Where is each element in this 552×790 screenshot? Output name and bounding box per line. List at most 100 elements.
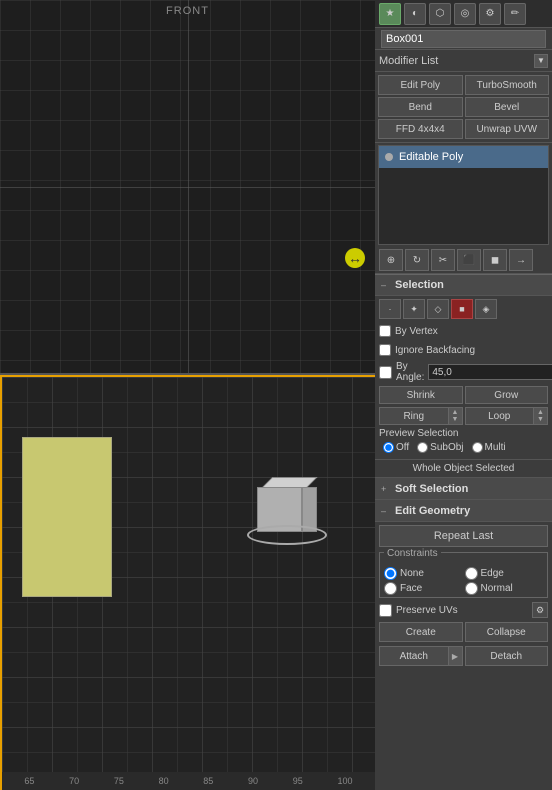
constraints-options: None Edge Face Normal bbox=[384, 567, 543, 595]
selection-content: · ✦ ◇ ■ ◈ By Vertex Ignore Backfacing By… bbox=[375, 296, 552, 460]
constraint-none-radio[interactable] bbox=[384, 567, 397, 580]
edit-geometry-header[interactable]: – Edit Geometry bbox=[375, 500, 552, 522]
constraints-title: Constraints bbox=[384, 548, 441, 559]
toolbar-icon-arc[interactable]: ◐ bbox=[404, 3, 426, 25]
constraint-normal-label: Normal bbox=[481, 583, 513, 594]
by-angle-label: By Angle: bbox=[396, 361, 424, 383]
ruler-marks: 65 70 75 80 85 90 95 100 bbox=[7, 776, 370, 786]
create-button[interactable]: Create bbox=[379, 622, 463, 642]
preview-multi-option[interactable]: Multi bbox=[472, 442, 506, 453]
shrink-button[interactable]: Shrink bbox=[379, 386, 463, 404]
selection-status: Whole Object Selected bbox=[375, 460, 552, 478]
by-vertex-row: By Vertex bbox=[379, 323, 548, 339]
preserve-uvs-checkbox[interactable] bbox=[379, 604, 392, 617]
toolbar-icon-circle[interactable]: ◎ bbox=[454, 3, 476, 25]
constraints-group: Constraints None Edge Face Normal bbox=[379, 552, 548, 598]
preview-radio-group: Off SubObj Multi bbox=[379, 442, 548, 453]
soft-selection-header[interactable]: + Soft Selection bbox=[375, 478, 552, 500]
subobj-btn-box2[interactable]: ◼ bbox=[483, 249, 507, 271]
constraint-none-option[interactable]: None bbox=[384, 567, 463, 580]
ruler: 65 70 75 80 85 90 95 100 bbox=[2, 772, 375, 790]
create-collapse-row: Create Collapse bbox=[375, 620, 552, 644]
edit-geometry-title: Edit Geometry bbox=[395, 505, 470, 517]
collapse-button[interactable]: Collapse bbox=[465, 622, 549, 642]
btn-bevel[interactable]: Bevel bbox=[465, 97, 550, 117]
viewport-area: FRONT ↔ 65 70 75 80 85 90 95 100 bbox=[0, 0, 375, 790]
constraint-face-label: Face bbox=[400, 583, 422, 594]
ruler-mark-80: 80 bbox=[159, 776, 169, 786]
toolbar-icon-pen[interactable]: ✏ bbox=[504, 3, 526, 25]
loop-label[interactable]: Loop bbox=[466, 411, 534, 422]
preview-off-radio[interactable] bbox=[383, 442, 394, 453]
toolbar-icon-gear[interactable]: ⚙ bbox=[479, 3, 501, 25]
object-name-bar bbox=[375, 28, 552, 50]
btn-bend[interactable]: Bend bbox=[378, 97, 463, 117]
preview-subobj-radio[interactable] bbox=[417, 442, 428, 453]
subobj-vertex-icon[interactable]: · bbox=[379, 299, 401, 319]
attach-label[interactable]: Attach bbox=[380, 651, 448, 662]
object-name-input[interactable] bbox=[381, 30, 546, 48]
ruler-mark-70: 70 bbox=[69, 776, 79, 786]
ruler-mark-85: 85 bbox=[203, 776, 213, 786]
constraint-face-radio[interactable] bbox=[384, 582, 397, 595]
modifier-buttons: Edit Poly TurboSmooth Bend Bevel FFD 4x4… bbox=[375, 72, 552, 143]
attach-arrow[interactable]: ▶ bbox=[448, 647, 462, 665]
detach-button[interactable]: Detach bbox=[465, 646, 549, 666]
preserve-uvs-settings[interactable]: ⚙ bbox=[532, 602, 548, 618]
selection-section-header[interactable]: – Selection bbox=[375, 274, 552, 296]
viewport-bottom[interactable]: 65 70 75 80 85 90 95 100 bbox=[0, 375, 375, 790]
stack-item-label: Editable Poly bbox=[399, 151, 463, 163]
axis-v bbox=[188, 0, 189, 373]
loop-spinner[interactable]: ▲ ▼ bbox=[533, 408, 547, 424]
rotation-ring bbox=[247, 525, 327, 545]
preview-subobj-option[interactable]: SubObj bbox=[417, 442, 463, 453]
subobj-edge-icon[interactable]: ✦ bbox=[403, 299, 425, 319]
loop-button-group: Loop ▲ ▼ bbox=[465, 407, 549, 425]
subobj-btn-arrow[interactable]: → bbox=[509, 249, 533, 271]
by-angle-checkbox[interactable] bbox=[379, 366, 392, 379]
constraint-normal-radio[interactable] bbox=[465, 582, 478, 595]
preview-multi-radio[interactable] bbox=[472, 442, 483, 453]
selection-collapse-icon: – bbox=[381, 280, 391, 290]
ignore-backfacing-checkbox[interactable] bbox=[379, 344, 391, 356]
constraint-face-option[interactable]: Face bbox=[384, 582, 463, 595]
stack-item-editable-poly[interactable]: Editable Poly bbox=[379, 146, 548, 168]
modifier-list-dropdown[interactable]: ▼ bbox=[534, 54, 548, 68]
edit-geometry-collapse-icon: – bbox=[381, 506, 391, 516]
constraint-edge-option[interactable]: Edge bbox=[465, 567, 544, 580]
soft-selection-title: Soft Selection bbox=[395, 483, 468, 495]
toolbar-icon-star[interactable]: ★ bbox=[379, 3, 401, 25]
modifier-stack[interactable]: Editable Poly bbox=[378, 145, 549, 245]
preview-subobj-label: SubObj bbox=[430, 442, 463, 453]
preserve-uvs-label: Preserve UVs bbox=[396, 605, 458, 616]
btn-edit-poly[interactable]: Edit Poly bbox=[378, 75, 463, 95]
preview-off-option[interactable]: Off bbox=[383, 442, 409, 453]
ring-button-group: Ring ▲ ▼ bbox=[379, 407, 463, 425]
subobj-btn-pin[interactable]: ⊕ bbox=[379, 249, 403, 271]
viewport-top[interactable]: FRONT ↔ bbox=[0, 0, 375, 375]
repeat-last-button[interactable]: Repeat Last bbox=[379, 525, 548, 547]
by-vertex-checkbox[interactable] bbox=[379, 325, 391, 337]
subobj-btn-rotate[interactable]: ↻ bbox=[405, 249, 429, 271]
constraint-edge-radio[interactable] bbox=[465, 567, 478, 580]
subobj-btn-cut[interactable]: ✂ bbox=[431, 249, 455, 271]
by-angle-input[interactable] bbox=[428, 364, 552, 380]
subobj-poly-icon[interactable]: ■ bbox=[451, 299, 473, 319]
right-panel: ★ ◐ ⬡ ◎ ⚙ ✏ Modifier List ▼ Edit Poly Tu… bbox=[375, 0, 552, 790]
subobj-border-icon[interactable]: ◇ bbox=[427, 299, 449, 319]
subobj-btn-box1[interactable]: ⬛ bbox=[457, 249, 481, 271]
subobj-element-icon[interactable]: ◈ bbox=[475, 299, 497, 319]
soft-selection-collapse-icon: + bbox=[381, 484, 391, 494]
ring-spinner[interactable]: ▲ ▼ bbox=[448, 408, 462, 424]
preview-selection-label: Preview Selection bbox=[379, 428, 469, 439]
by-angle-row: By Angle: ▲ ▼ bbox=[379, 361, 548, 383]
ignore-backfacing-row: Ignore Backfacing bbox=[379, 342, 548, 358]
grow-button[interactable]: Grow bbox=[465, 386, 549, 404]
ring-label[interactable]: Ring bbox=[380, 411, 448, 422]
toolbar-icon-hex[interactable]: ⬡ bbox=[429, 3, 451, 25]
btn-turbo-smooth[interactable]: TurboSmooth bbox=[465, 75, 550, 95]
btn-unwrap-uvw[interactable]: Unwrap UVW bbox=[465, 119, 550, 139]
constraint-normal-option[interactable]: Normal bbox=[465, 582, 544, 595]
btn-ffd[interactable]: FFD 4x4x4 bbox=[378, 119, 463, 139]
ruler-mark-65: 65 bbox=[24, 776, 34, 786]
